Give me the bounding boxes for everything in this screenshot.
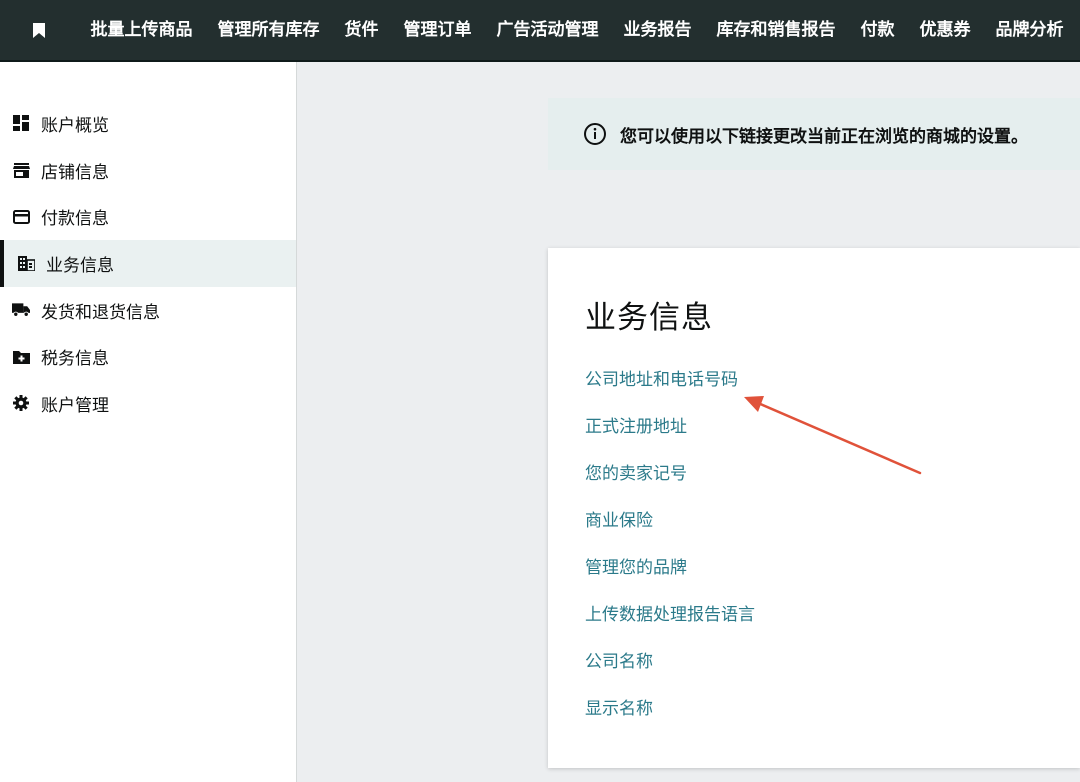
page-title: 业务信息 (585, 300, 713, 336)
store-icon (12, 161, 30, 179)
link-company-address-phone[interactable]: 公司地址和电话号码 (585, 369, 1080, 416)
sidebar-item-label: 账户管理 (41, 395, 109, 416)
nav-brand-analytics[interactable]: 品牌分析 (983, 0, 1076, 60)
sidebar-item-store-info[interactable]: 店铺信息 (0, 147, 296, 194)
nav-manage-inventory[interactable]: 管理所有库存 (205, 0, 332, 60)
sidebar-item-shipping-returns[interactable]: 发货和退货信息 (0, 287, 296, 334)
sidebar-item-payment-info[interactable]: 付款信息 (0, 193, 296, 240)
nav-campaign-manager[interactable]: 广告活动管理 (484, 0, 611, 60)
nav-coupons[interactable]: 优惠券 (907, 0, 983, 60)
link-business-insurance[interactable]: 商业保险 (585, 510, 1080, 557)
business-info-card: 业务信息 公司地址和电话号码 正式注册地址 您的卖家记号 商业保险 管理您的品牌… (548, 248, 1080, 768)
sidebar-item-label: 发货和退货信息 (41, 302, 160, 323)
credit-card-icon (12, 208, 30, 226)
top-navigation-bar: 批量上传商品 管理所有库存 货件 管理订单 广告活动管理 业务报告 库存和销售报… (0, 0, 1080, 62)
link-upload-report-language[interactable]: 上传数据处理报告语言 (585, 604, 1080, 651)
nav-inventory-sales-reports[interactable]: 库存和销售报告 (704, 0, 848, 60)
nav-manage-orders[interactable]: 管理订单 (391, 0, 484, 60)
nav-shipments[interactable]: 货件 (332, 0, 391, 60)
link-display-name[interactable]: 显示名称 (585, 698, 1080, 745)
sidebar-item-business-info[interactable]: 业务信息 (0, 240, 296, 287)
folder-plus-icon (12, 348, 30, 366)
sidebar-item-label: 付款信息 (41, 209, 109, 230)
truck-icon (12, 301, 30, 319)
dashboard-icon (12, 114, 30, 132)
info-icon (583, 122, 607, 146)
marketplace-notice-banner: 您可以使用以下链接更改当前正在浏览的商城的设置。 (548, 98, 1080, 170)
bookmark-icon[interactable] (0, 0, 78, 60)
sidebar-item-account-overview[interactable]: 账户概览 (0, 100, 296, 147)
link-seller-token[interactable]: 您的卖家记号 (585, 463, 1080, 510)
link-registered-address[interactable]: 正式注册地址 (585, 416, 1080, 463)
nav-bulk-upload[interactable]: 批量上传商品 (78, 0, 205, 60)
sidebar-item-tax-info[interactable]: 税务信息 (0, 333, 296, 380)
sidebar-item-label: 业务信息 (46, 255, 114, 276)
settings-sidebar: 账户概览 店铺信息 付款信息 业务信息 发货和退货信息 税务信息 账户管理 (0, 62, 297, 782)
sidebar-item-label: 账户概览 (41, 115, 109, 136)
nav-business-reports[interactable]: 业务报告 (611, 0, 704, 60)
building-icon (17, 254, 35, 272)
link-manage-brands[interactable]: 管理您的品牌 (585, 557, 1080, 604)
sidebar-item-label: 税务信息 (41, 349, 109, 370)
sidebar-item-account-management[interactable]: 账户管理 (0, 380, 296, 427)
gear-icon (12, 394, 30, 412)
link-company-name[interactable]: 公司名称 (585, 651, 1080, 698)
nav-payments[interactable]: 付款 (848, 0, 907, 60)
sidebar-item-label: 店铺信息 (41, 162, 109, 183)
notice-text: 您可以使用以下链接更改当前正在浏览的商城的设置。 (620, 126, 1028, 147)
